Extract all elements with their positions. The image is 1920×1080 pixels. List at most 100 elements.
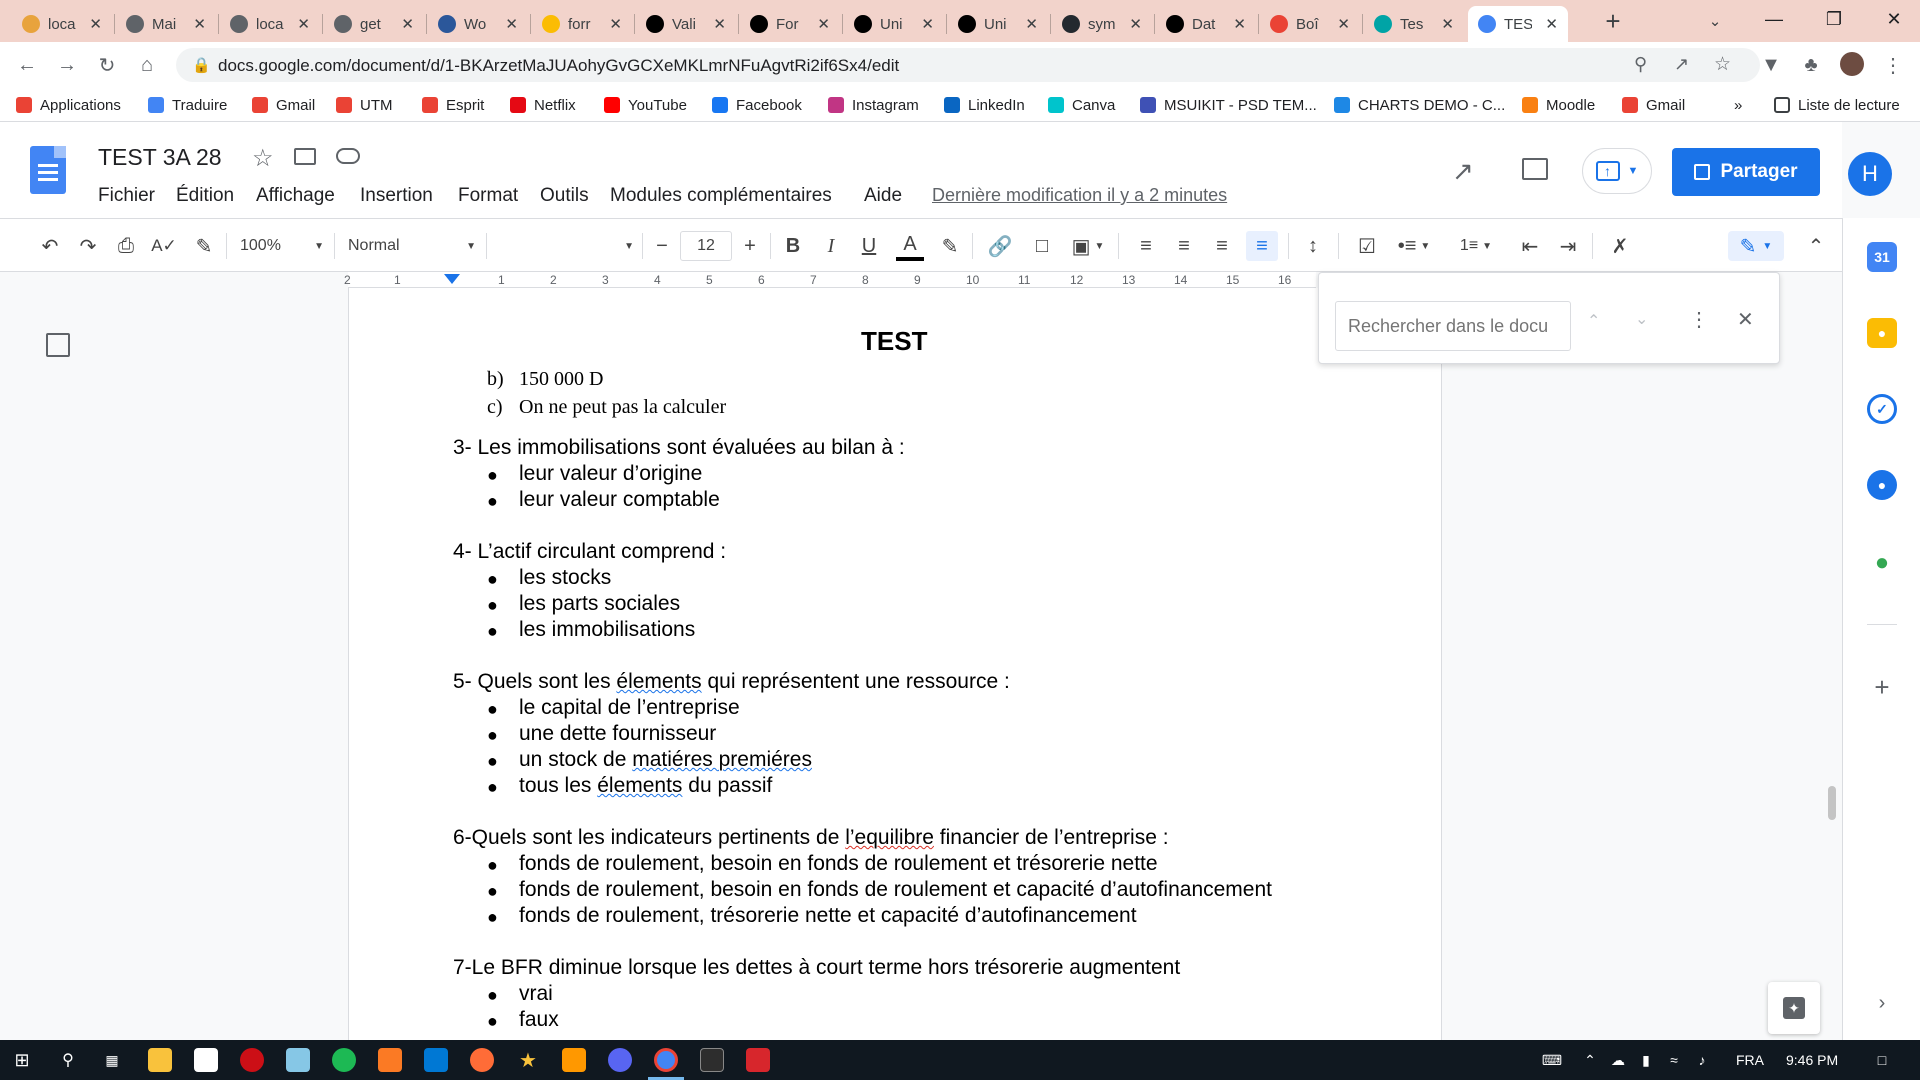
minimize-button[interactable]: — xyxy=(1744,0,1804,38)
activity-trend-icon[interactable]: ↗ xyxy=(1452,156,1474,187)
bookmark-item[interactable]: CHARTS DEMO - C... xyxy=(1334,94,1505,116)
next-match-icon[interactable]: ⌄ xyxy=(1635,309,1648,329)
close-tab-icon[interactable]: ✕ xyxy=(817,15,830,33)
browser-tab[interactable]: loca ✕ xyxy=(220,6,320,42)
menu-item[interactable]: Outils xyxy=(540,185,589,207)
align-left-icon[interactable]: ≡ xyxy=(1132,231,1160,261)
windows-start-icon[interactable]: ⊞ xyxy=(10,1048,34,1072)
document-title[interactable]: TEST 3A 28 xyxy=(98,144,222,171)
bookmark-item[interactable]: LinkedIn xyxy=(944,94,1025,116)
collapse-toolbar-icon[interactable]: ⌃ xyxy=(1802,231,1830,261)
close-tab-icon[interactable]: ✕ xyxy=(1545,15,1558,33)
bulleted-list-icon[interactable]: •≡ ▼ xyxy=(1392,231,1436,261)
bookmark-item[interactable]: Traduire xyxy=(148,94,227,116)
menu-item[interactable]: Fichier xyxy=(98,185,155,207)
browser-tab[interactable]: sym ✕ xyxy=(1052,6,1152,42)
app-icon[interactable] xyxy=(286,1048,310,1072)
vpn-extension-icon[interactable]: ▼ xyxy=(1756,50,1786,80)
bookmark-item[interactable]: Canva xyxy=(1048,94,1115,116)
underline-icon[interactable]: U xyxy=(856,231,882,261)
language-indicator[interactable]: FRA xyxy=(1736,1052,1764,1068)
document-page[interactable]: TEST b) 150 000 D c) On ne peut pas la calc… xyxy=(348,288,1442,1040)
close-window-button[interactable]: ✕ xyxy=(1864,0,1920,38)
browser-tab[interactable]: get ✕ xyxy=(324,6,424,42)
previous-match-icon[interactable]: ⌃ xyxy=(1587,311,1600,331)
find-in-document-input[interactable] xyxy=(1335,301,1571,351)
reload-button[interactable]: ↻ xyxy=(92,50,122,80)
close-tab-icon[interactable]: ✕ xyxy=(609,15,622,33)
address-bar[interactable]: 🔒 docs.google.com/document/d/1-BKArzetMa… xyxy=(176,48,1760,82)
redo-icon[interactable]: ↷ xyxy=(74,231,102,261)
browser-tab[interactable]: loca ✕ xyxy=(12,6,112,42)
menu-item[interactable]: Affichage xyxy=(256,185,335,207)
star-icon[interactable]: ☆ xyxy=(252,144,274,173)
bookmark-item[interactable]: Applications xyxy=(16,94,121,116)
undo-icon[interactable]: ↶ xyxy=(36,231,64,261)
expand-panel-icon[interactable]: › xyxy=(1867,988,1897,1018)
numbered-list-icon[interactable]: 1≡ ▼ xyxy=(1452,231,1500,261)
browser-tab[interactable]: Uni ✕ xyxy=(948,6,1048,42)
style-select[interactable]: Normal ▼ xyxy=(348,231,476,261)
checklist-icon[interactable]: ☑ xyxy=(1352,231,1382,261)
close-tab-icon[interactable]: ✕ xyxy=(1129,15,1142,33)
close-find-icon[interactable]: ✕ xyxy=(1737,307,1754,332)
line-spacing-icon[interactable]: ↕ xyxy=(1298,231,1328,261)
bookmark-item[interactable]: Instagram xyxy=(828,94,919,116)
more-bookmarks-button[interactable]: » xyxy=(1734,94,1742,116)
close-tab-icon[interactable]: ✕ xyxy=(921,15,934,33)
get-addons-icon[interactable]: + xyxy=(1867,672,1897,702)
terminal-icon[interactable] xyxy=(700,1048,724,1072)
align-center-icon[interactable]: ≡ xyxy=(1170,231,1198,261)
close-tab-icon[interactable]: ✕ xyxy=(505,15,518,33)
opera-icon[interactable] xyxy=(240,1048,264,1072)
restore-button[interactable]: ❐ xyxy=(1804,0,1864,38)
profile-avatar[interactable] xyxy=(1840,52,1864,76)
postman-icon[interactable] xyxy=(470,1048,494,1072)
contacts-icon[interactable]: ● xyxy=(1867,470,1897,500)
store-icon[interactable] xyxy=(194,1048,218,1072)
print-icon[interactable]: ⎙ xyxy=(112,231,140,261)
reading-list-button[interactable]: Liste de lecture xyxy=(1774,94,1900,116)
browser-tab[interactable]: Wo ✕ xyxy=(428,6,528,42)
xampp-icon[interactable] xyxy=(378,1048,402,1072)
share-button[interactable]: Partager xyxy=(1672,148,1820,196)
add-comment-icon[interactable]: □ xyxy=(1028,231,1056,261)
clock[interactable]: 9:46 PM xyxy=(1786,1052,1838,1068)
zoom-icon[interactable]: ⚲ xyxy=(1634,54,1647,75)
browser-tab[interactable]: Dat ✕ xyxy=(1156,6,1256,42)
horizontal-ruler[interactable]: 2 1 1 2 3 4 5 6 7 8 9 10 11 12 13 14 15 16 xyxy=(344,272,1316,288)
clear-formatting-icon[interactable]: ✗ xyxy=(1606,231,1634,261)
scrollbar-thumb[interactable] xyxy=(1828,786,1836,820)
calendar-icon[interactable]: 31 xyxy=(1867,242,1897,272)
acrobat-icon[interactable] xyxy=(746,1048,770,1072)
close-tab-icon[interactable]: ✕ xyxy=(297,15,310,33)
bookmark-item[interactable]: Facebook xyxy=(712,94,802,116)
bookmark-item[interactable]: Esprit xyxy=(422,94,484,116)
browser-tab[interactable]: forr ✕ xyxy=(532,6,632,42)
volume-icon[interactable]: ♪ xyxy=(1690,1048,1714,1072)
bookmark-item[interactable]: Gmail xyxy=(252,94,315,116)
browser-tab[interactable]: For ✕ xyxy=(740,6,840,42)
tray-overflow-icon[interactable]: ⌃ xyxy=(1578,1048,1602,1072)
last-modified-link[interactable]: Dernière modification il y a 2 minutes xyxy=(932,185,1227,206)
tasks-icon[interactable]: ✓ xyxy=(1867,394,1897,424)
zoom-select[interactable]: 100% ▼ xyxy=(240,231,324,261)
menu-item[interactable]: Édition xyxy=(176,185,234,207)
bookmark-item[interactable]: Moodle xyxy=(1522,94,1595,116)
text-color-icon[interactable]: A xyxy=(896,231,924,261)
increase-indent-icon[interactable]: ⇥ xyxy=(1554,231,1582,261)
back-button[interactable]: ← xyxy=(12,50,42,80)
justify-icon[interactable]: ≡ xyxy=(1246,231,1278,261)
browser-tab[interactable]: Mai ✕ xyxy=(116,6,216,42)
font-select[interactable]: ▼ xyxy=(494,231,634,261)
docs-logo-icon[interactable] xyxy=(30,146,66,194)
editing-mode-button[interactable]: ✎ ▼ xyxy=(1728,231,1784,261)
close-tab-icon[interactable]: ✕ xyxy=(1337,15,1350,33)
spotify-icon[interactable] xyxy=(332,1048,356,1072)
bookmark-item[interactable]: YouTube xyxy=(604,94,687,116)
menu-item[interactable]: Modules complémentaires xyxy=(610,185,832,207)
bookmark-item[interactable]: Netflix xyxy=(510,94,576,116)
indent-marker-icon[interactable] xyxy=(444,274,460,284)
notifications-icon[interactable]: □ xyxy=(1870,1048,1894,1072)
paint-format-icon[interactable]: ✎ xyxy=(190,231,218,261)
